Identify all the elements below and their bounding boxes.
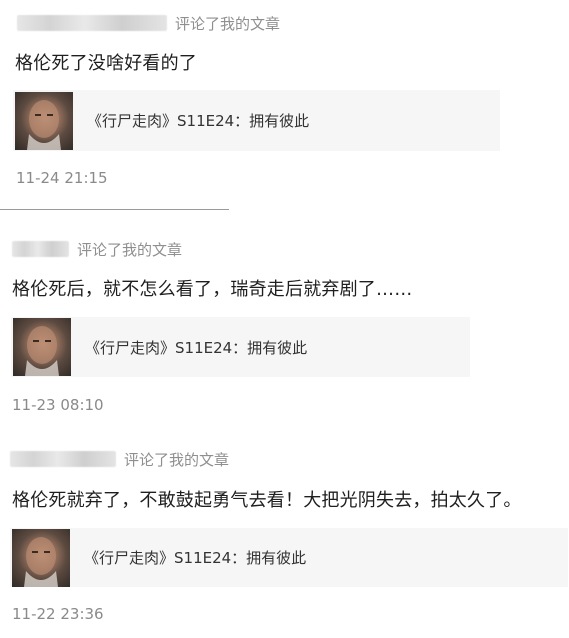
commenter-name-blurred[interactable]	[10, 451, 116, 467]
comment-action-text: 评论了我的文章	[124, 450, 230, 469]
article-thumbnail	[12, 528, 70, 587]
comment-timestamp: 11-22 23:36	[12, 605, 104, 623]
comment-text: 格伦死就弃了，不敢鼓起勇气去看！大把光阴失去，拍太久了。	[12, 490, 522, 511]
comment-header: 评论了我的文章	[10, 448, 229, 470]
comment-item: 评论了我的文章 格伦死就弃了，不敢鼓起勇气去看！大把光阴失去，拍太久了。 《行尸…	[0, 0, 569, 638]
article-title: 《行尸走肉》S11E24：拥有彼此	[84, 549, 307, 567]
article-card[interactable]: 《行尸走肉》S11E24：拥有彼此	[10, 528, 568, 587]
